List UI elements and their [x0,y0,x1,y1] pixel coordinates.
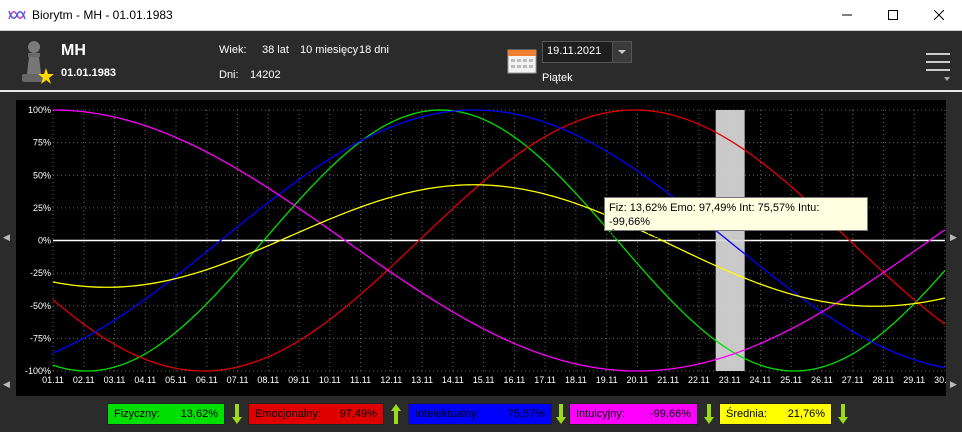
age-months: 10 miesięcy [300,44,359,56]
x-tick-label: 02.11 [73,375,95,385]
x-tick-label: 12.11 [380,375,402,385]
x-tick-label: 10.11 [319,375,341,385]
y-tick-label: 0% [38,236,51,246]
legend-intellectual: Intelektualny: 75,57% [408,403,552,425]
x-tick-label: 08.11 [257,375,279,385]
minimize-button[interactable] [824,0,870,30]
legend-average-value: 21,76% [787,408,825,420]
weekday-label: Piątek [542,72,573,84]
legend-physical: Fizyczny: 13,62% [107,403,225,425]
x-tick-label: 24.11 [750,375,772,385]
scroll-right-arrow-icon[interactable]: ▶ [950,232,957,243]
age-label: Wiek: [219,44,247,56]
title-bar: Biorytm - MH - 01.01.1983 [0,0,962,31]
star-icon [38,68,54,84]
close-icon [934,10,944,20]
biorhythm-chart[interactable]: 100%75%50%25%0%-25%-50%-75%-100% 01.11 02… [16,100,946,396]
x-tick-label: 25.11 [780,375,802,385]
legend-average-label: Średnia: [726,408,767,420]
emotional-trend-arrow-up-icon [391,404,401,424]
window-title: Biorytm - MH - 01.01.1983 [32,8,173,22]
age-days: 18 dni [359,44,389,56]
hamburger-menu-icon[interactable] [926,51,952,75]
x-tick-label: 27.11 [842,375,864,385]
legend-average: Średnia: 21,76% [719,403,832,425]
chart-background [16,100,946,396]
minimize-icon [842,14,852,16]
maximize-icon [888,10,898,20]
y-tick-label: 100% [28,105,51,115]
intellectual-trend-arrow-down-icon [556,404,566,424]
x-tick-label: 05.11 [165,375,187,385]
x-tick-label: 20.11 [626,375,648,385]
scroll-right-small-arrow-icon[interactable]: ▶ [950,379,957,390]
legend-intuitive-value: -99,66% [650,408,691,420]
average-trend-arrow-down-icon [838,404,848,424]
x-tick-label: 15.11 [473,375,495,385]
y-tick-label: 25% [33,203,51,213]
legend-emotional-label: Emocjonalny: [255,408,322,420]
date-picker[interactable]: 19.11.2021 [542,41,632,63]
chevron-down-icon [618,50,626,54]
legend-intellectual-value: 75,57% [507,408,545,420]
date-dropdown-button[interactable] [612,42,631,62]
x-tick-label: 01.11 [42,375,64,385]
y-tick-label: 50% [33,170,51,180]
legend-physical-label: Fizyczny: [114,408,160,420]
days-value: 14202 [250,69,281,81]
age-years: 38 lat [262,44,289,56]
y-tick-label: 75% [33,138,51,148]
x-tick-label: 21.11 [657,375,679,385]
x-tick-label: 30.11 [934,375,946,385]
days-label: Dni: [219,69,239,81]
physical-trend-arrow-down-icon [232,404,242,424]
maximize-button[interactable] [870,0,916,30]
legend-emotional-value: 97,49% [339,408,377,420]
x-tick-label: 22.11 [688,375,710,385]
scroll-left-small-arrow-icon[interactable]: ◀ [3,379,10,390]
x-tick-label: 23.11 [719,375,741,385]
x-tick-label: 17.11 [534,375,556,385]
x-tick-label: 26.11 [811,375,833,385]
y-tick-label: -50% [30,301,51,311]
person-name: MH [61,42,86,59]
x-tick-label: 19.11 [596,375,618,385]
value-tooltip: Fiz: 13,62% Emo: 97,49% Int: 75,57% Intu… [604,197,868,242]
x-tick-label: 03.11 [104,375,126,385]
x-tick-label: 28.11 [873,375,895,385]
x-tick-label: 18.11 [565,375,587,385]
x-tick-label: 13.11 [411,375,433,385]
x-tick-label: 29.11 [903,375,925,385]
legend-emotional: Emocjonalny: 97,49% [248,403,384,425]
app-icon [8,10,26,20]
calendar-icon[interactable] [507,46,537,74]
x-tick-label: 07.11 [227,375,249,385]
intuitive-trend-arrow-down-icon [704,404,714,424]
y-tick-label: -75% [30,333,51,343]
close-button[interactable] [916,0,962,30]
x-tick-label: 14.11 [442,375,464,385]
y-tick-label: -25% [30,268,51,278]
menu-caret-icon [944,77,950,81]
legend-intuitive-label: Intuicyjny: [576,408,625,420]
birth-date: 01.01.1983 [61,67,117,79]
x-tick-label: 09.11 [288,375,310,385]
x-tick-label: 04.11 [134,375,156,385]
x-tick-label: 16.11 [503,375,525,385]
date-picker-value: 19.11.2021 [547,45,602,57]
legend-intellectual-label: Intelektualny: [415,408,480,420]
x-tick-label: 11.11 [350,375,371,385]
header [0,31,962,90]
tooltip-line-2: Średnia: 21,76% [609,230,691,242]
tooltip-line-1: Fiz: 13,62% Emo: 97,49% Int: 75,57% Intu… [609,202,820,228]
x-tick-label: 06.11 [196,375,218,385]
legend-intuitive: Intuicyjny: -99,66% [569,403,698,425]
legend-physical-value: 13,62% [180,408,218,420]
scroll-left-arrow-icon[interactable]: ◀ [3,232,10,243]
